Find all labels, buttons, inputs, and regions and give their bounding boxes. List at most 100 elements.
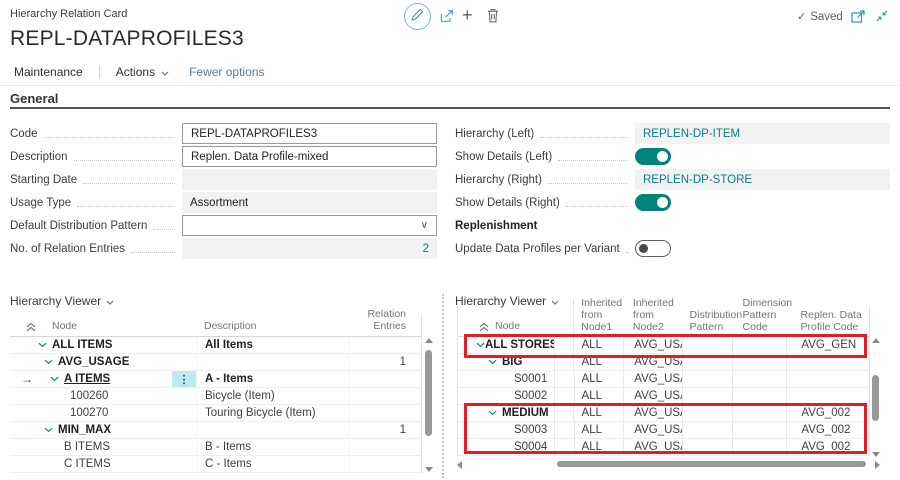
column-header-replen-data-profile-code[interactable]: Replen. Data Profile Code	[787, 306, 869, 336]
pane-splitter[interactable]	[442, 294, 444, 478]
row-c-items[interactable]: C ITEMS C - Items	[10, 456, 421, 473]
collapse-all-icon[interactable]	[479, 322, 489, 332]
chevron-down-icon[interactable]	[488, 410, 502, 416]
section-heading-general[interactable]: General	[10, 91, 58, 106]
row-min-max[interactable]: MIN_MAX 1	[10, 422, 421, 439]
hierarchy-right-field[interactable]: REPLEN-DP-STORE	[635, 169, 890, 190]
dotted-leader	[540, 129, 628, 138]
left-table-vertical-scrollbar[interactable]	[424, 338, 433, 472]
column-header-inherited-from-node1[interactable]: Inherited from Node1	[573, 306, 623, 336]
show-details-left-toggle[interactable]	[635, 148, 671, 165]
chevron-down-icon[interactable]	[44, 427, 58, 433]
field-row-no-of-relation-entries: No. of Relation Entries 2	[10, 237, 437, 260]
code-label: Code	[10, 128, 38, 140]
right-table-horizontal-scrollbar[interactable]	[457, 460, 880, 469]
row-a-items-selected[interactable]: → A ITEMS ⋮ A - Items	[10, 371, 421, 388]
scrollbar-thumb[interactable]	[872, 375, 879, 421]
section-divider	[10, 107, 890, 109]
show-details-right-toggle[interactable]	[635, 194, 671, 211]
chevron-down-icon[interactable]	[476, 342, 485, 348]
scroll-right-arrow[interactable]	[875, 461, 880, 469]
row-s0001[interactable]: S0001 ALL AVG_USAGE	[458, 371, 869, 388]
column-header-dimension-pattern-code[interactable]: Dimension Pattern Code	[732, 306, 787, 336]
dropdown-chevron-icon[interactable]: ∨	[421, 221, 428, 231]
field-row-starting-date: Starting Date	[10, 168, 437, 191]
collapse-all-icon[interactable]	[10, 322, 36, 332]
field-row-update-data-profiles: Update Data Profiles per Variant	[455, 237, 890, 260]
row-big[interactable]: BIG ALL AVG_USAGE	[458, 354, 869, 371]
chevron-down-icon[interactable]	[50, 376, 64, 382]
scroll-up-arrow[interactable]	[872, 338, 880, 343]
description-label: Description	[10, 151, 68, 163]
default-distribution-pattern-select[interactable]: ∨	[182, 215, 437, 236]
pencil-icon	[411, 8, 424, 26]
page-title: REPL-DATAPROFILES3	[10, 27, 244, 51]
description-field[interactable]: Replen. Data Profile-mixed	[182, 146, 437, 167]
edit-button[interactable]	[404, 3, 431, 30]
right-table-vertical-scrollbar[interactable]	[871, 338, 880, 457]
trash-icon	[487, 8, 499, 28]
hierarchy-left-field[interactable]: REPLEN-DP-ITEM	[635, 123, 890, 144]
replenishment-heading: Replenishment	[455, 220, 537, 232]
action-bar: Maintenance Actions Fewer options	[0, 58, 900, 86]
scroll-down-arrow[interactable]	[872, 452, 880, 457]
scroll-left-arrow[interactable]	[457, 461, 462, 469]
menu-fewer-options[interactable]: Fewer options	[189, 65, 264, 79]
scroll-up-arrow[interactable]	[425, 338, 433, 343]
row-all-stores[interactable]: ALL STORES ALL AVG_USAGE AVG_GEN	[458, 337, 869, 354]
chevron-down-icon[interactable]	[44, 359, 58, 365]
left-hierarchy-viewer-caption[interactable]: Hierarchy Viewer	[10, 294, 114, 308]
hierarchy-relation-card-page: Hierarchy Relation Card + ✓ Saved REPL-D…	[0, 0, 900, 480]
delete-button[interactable]	[487, 8, 499, 28]
page-caption: Hierarchy Relation Card	[10, 8, 127, 20]
show-details-right-label: Show Details (Right)	[455, 197, 560, 209]
menu-maintenance[interactable]: Maintenance	[14, 65, 83, 79]
column-header-node[interactable]: Node	[36, 320, 172, 332]
row-100270[interactable]: 100270 Touring Bicycle (Item)	[10, 405, 421, 422]
scrollbar-thumb[interactable]	[557, 461, 866, 467]
row-avg-usage[interactable]: AVG_USAGE 1	[10, 354, 421, 371]
general-fields-left: Code REPL-DATAPROFILES3 Description Repl…	[10, 122, 437, 260]
starting-date-field	[182, 169, 437, 190]
row-medium[interactable]: MEDIUM ALL AVG_USAGE AVG_002	[458, 405, 869, 422]
chevron-down-icon[interactable]	[38, 342, 52, 348]
row-s0002[interactable]: S0002 ALL AVG_USAGE	[458, 388, 869, 405]
code-field[interactable]: REPL-DATAPROFILES3	[182, 123, 437, 144]
scroll-down-arrow[interactable]	[425, 467, 433, 472]
column-header-distribution-pattern[interactable]: Distribution Pattern	[682, 306, 732, 336]
right-table-header: Node Inherited from Node1 Inherited from…	[458, 306, 869, 337]
row-b-items[interactable]: B ITEMS B - Items	[10, 439, 421, 456]
row-all-items[interactable]: ALL ITEMS All Items	[10, 337, 421, 354]
update-data-profiles-toggle[interactable]	[635, 240, 671, 257]
left-table-header: Node Description Relation Entries	[10, 314, 421, 337]
toggle-knob	[657, 151, 668, 162]
chevron-down-icon	[161, 65, 169, 79]
dotted-leader	[626, 244, 628, 253]
share-icon[interactable]	[440, 9, 454, 23]
new-button[interactable]: +	[462, 5, 473, 26]
open-in-new-window-icon[interactable]	[851, 10, 865, 23]
saved-label: Saved	[810, 11, 843, 23]
row-s0003[interactable]: S0003 ALL AVG_USAGE AVG_002	[458, 422, 869, 439]
column-header-node[interactable]: Node	[458, 306, 553, 336]
row-menu-button[interactable]: ⋮	[172, 371, 196, 387]
chevron-down-icon[interactable]	[488, 359, 502, 365]
row-100260[interactable]: 100260 Bicycle (Item)	[10, 388, 421, 405]
dotted-leader	[566, 198, 628, 207]
column-header-relation-entries[interactable]: Relation Entries	[348, 308, 414, 332]
no-of-relation-entries-field[interactable]: 2	[182, 238, 437, 259]
menu-actions[interactable]: Actions	[116, 65, 169, 79]
hierarchy-left-label: Hierarchy (Left)	[455, 128, 534, 140]
column-header-inherited-from-node2[interactable]: Inherited from Node2	[623, 306, 682, 336]
field-row-show-details-right: Show Details (Right)	[455, 191, 890, 214]
dotted-leader	[44, 129, 176, 138]
collapse-window-icon[interactable]	[876, 10, 888, 22]
field-row-usage-type: Usage Type Assortment	[10, 191, 437, 214]
dotted-leader	[77, 198, 175, 207]
row-s0004[interactable]: S0004 ALL AVG_USAGE AVG_002	[458, 439, 869, 456]
replenishment-group-heading-row: Replenishment	[455, 214, 890, 237]
scrollbar-thumb[interactable]	[425, 350, 432, 436]
show-details-left-label: Show Details (Left)	[455, 151, 552, 163]
column-header-description[interactable]: Description	[196, 320, 348, 332]
toggle-knob	[639, 244, 648, 253]
